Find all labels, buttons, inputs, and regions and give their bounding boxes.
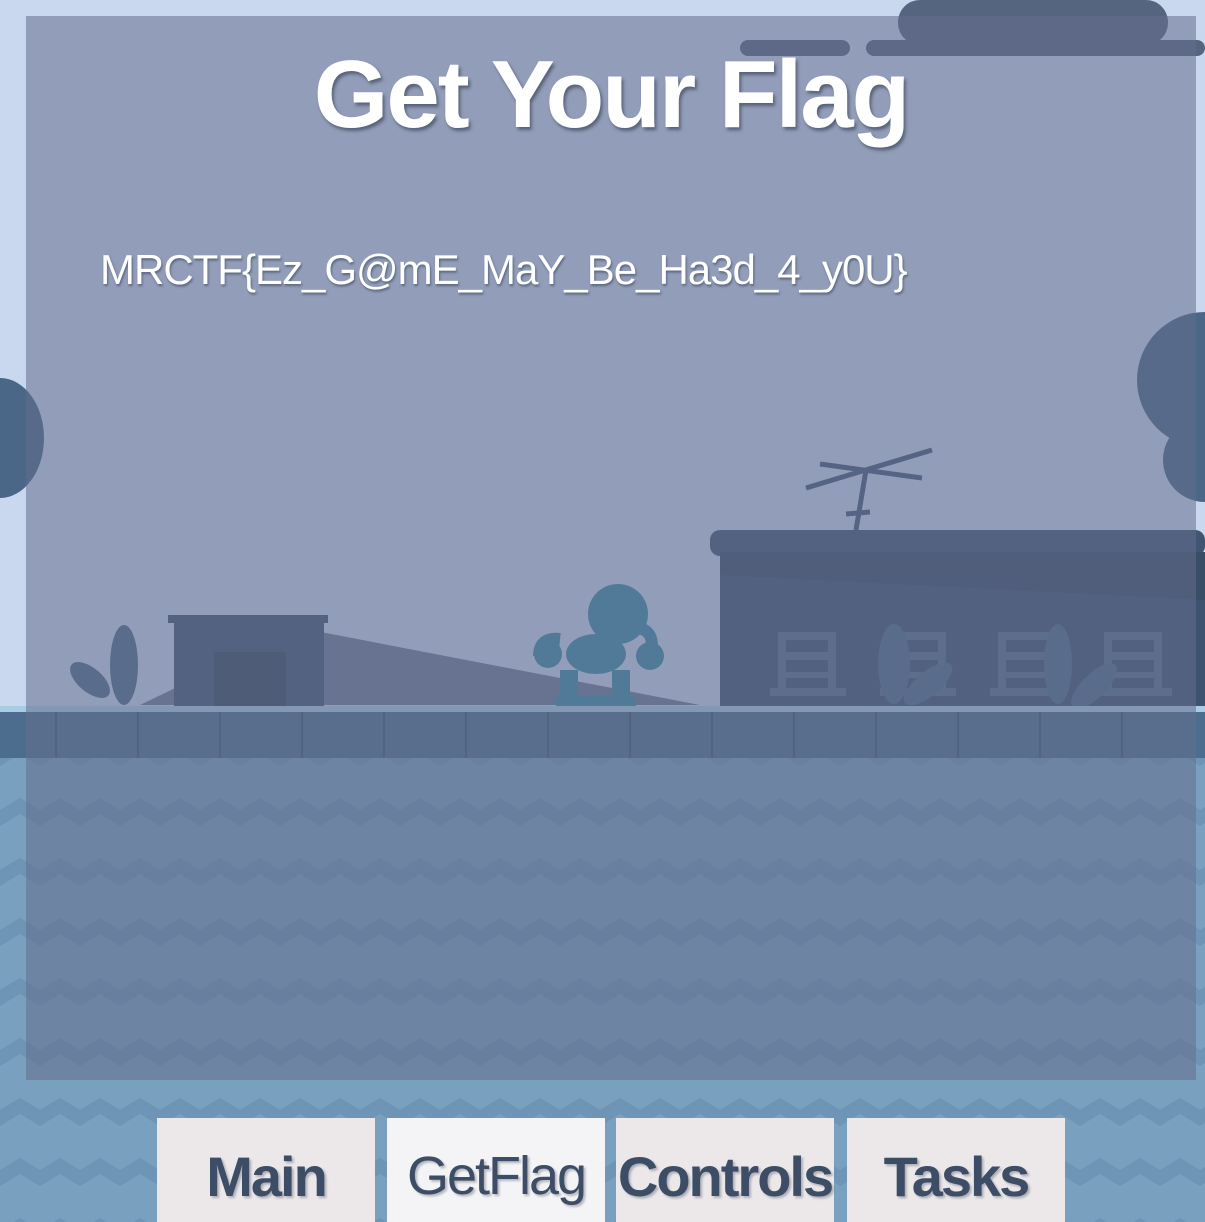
tab-main[interactable]: Main: [157, 1118, 375, 1222]
flag-panel: [26, 16, 1196, 1080]
page-title: Get Your Flag: [313, 41, 911, 148]
tab-getflag[interactable]: GetFlag: [387, 1118, 605, 1222]
tab-controls[interactable]: Controls: [616, 1118, 834, 1222]
tab-tasks[interactable]: Tasks: [847, 1118, 1065, 1222]
flag-value: MRCTF{Ez_G@mE_MaY_Be_Ha3d_4_y0U}: [100, 246, 908, 293]
